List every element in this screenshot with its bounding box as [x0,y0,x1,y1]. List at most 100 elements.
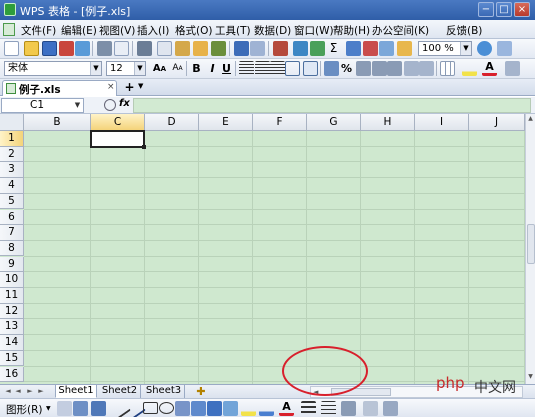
save-icon[interactable] [42,41,57,56]
ellipse-icon[interactable] [159,402,174,414]
draw-menu-button[interactable]: 图形(R) [6,402,43,417]
hyperlink-icon[interactable] [293,41,308,56]
thousands-icon[interactable] [356,61,371,76]
more-options-icon[interactable] [505,61,520,76]
borders-icon[interactable] [440,61,455,76]
filter-icon[interactable] [397,41,412,56]
align-left-icon[interactable] [239,61,254,76]
italic-button[interactable]: I [205,61,220,76]
menu-data[interactable]: 数据(D) [254,23,291,38]
textbox-icon[interactable] [175,401,190,416]
spreadsheet-grid[interactable]: B C D E F G H I J 1 2 3 4 5 6 7 8 9 10 11 12 13 14 15 16 [0,114,525,384]
row-header[interactable]: 1 [0,131,24,147]
menu-view[interactable]: 视图(V) [99,23,135,38]
last-sheet-icon[interactable]: ► [37,386,45,397]
export-pdf-icon[interactable] [59,41,74,56]
row-header[interactable]: 10 [0,272,24,288]
font-size-select[interactable]: 12 ▼ [106,61,146,76]
row-header[interactable]: 9 [0,256,24,273]
sheet-tab-2[interactable]: Sheet2 [99,385,141,398]
fill-color-icon[interactable] [241,401,256,416]
percent-button[interactable]: % [339,61,354,76]
font-color-icon[interactable]: A [279,401,294,416]
font-name-select[interactable]: 宋体 ▼ [4,61,102,76]
options-icon[interactable] [497,41,512,56]
sort-ascending-icon[interactable] [346,41,361,56]
scroll-down-icon[interactable]: ▼ [526,372,535,382]
underline-button[interactable]: U [219,61,234,76]
sheet-tab-3[interactable]: Sheet3 [143,385,185,398]
maximize-button[interactable]: □ [496,2,512,17]
mail-icon[interactable] [75,41,90,56]
menu-feedback[interactable]: 反馈(B) [446,23,482,38]
row-header[interactable]: 16 [0,366,24,382]
row-header[interactable]: 15 [0,350,24,367]
column-header[interactable]: C [91,114,145,131]
print-preview-icon[interactable] [114,41,129,56]
dash-style-icon[interactable] [321,401,336,416]
print-icon[interactable] [97,41,112,56]
fx-icon[interactable]: fx [119,98,130,109]
align-center-icon[interactable] [255,61,270,76]
merge-cells-icon[interactable] [285,61,300,76]
column-header[interactable]: D [145,114,199,131]
close-button[interactable]: × [514,2,530,17]
shadow-icon[interactable] [363,401,378,416]
next-sheet-icon[interactable]: ► [26,386,34,397]
increase-decimal-icon[interactable] [372,61,387,76]
align-right-icon[interactable] [270,61,285,76]
3d-style-icon[interactable] [383,401,398,416]
paste-icon[interactable] [175,41,190,56]
chevron-down-icon[interactable]: ▼ [72,99,83,112]
sheet-tab-1[interactable]: Sheet1 [55,385,97,398]
add-sheet-icon[interactable]: ✚ [195,385,207,398]
autoshapes-icon[interactable] [91,401,106,416]
zoom-select[interactable]: 100 % ▼ [418,41,472,56]
cut-icon[interactable] [137,41,152,56]
help-icon[interactable] [477,41,492,56]
column-header[interactable]: B [24,114,91,131]
column-header[interactable]: E [199,114,253,131]
diagram-icon[interactable] [207,401,222,416]
menu-format[interactable]: 格式(O) [175,23,212,38]
wordart-icon[interactable] [191,401,206,416]
decrease-font-icon[interactable]: AA [170,61,185,76]
row-header[interactable]: 13 [0,319,24,335]
vertical-scrollbar[interactable]: ▲ ▼ [525,114,535,384]
column-header[interactable]: H [361,114,415,131]
chevron-down-icon[interactable]: ▼ [46,405,51,412]
row-header[interactable]: 4 [0,178,24,194]
line-color-icon[interactable] [259,401,274,416]
zoom-lookup-icon[interactable] [104,99,116,111]
selected-cell[interactable] [90,130,145,148]
globe-icon[interactable] [310,41,325,56]
column-header[interactable]: J [469,114,525,131]
rotate-icon[interactable] [73,401,88,416]
name-box[interactable]: C1 ▼ [1,98,84,113]
indent-icon[interactable] [404,61,419,76]
fill-handle[interactable] [142,144,146,149]
fill-color-icon[interactable] [462,61,477,76]
row-header[interactable]: 12 [0,303,24,320]
chevron-down-icon[interactable]: ▼ [138,82,143,90]
menu-insert[interactable]: 插入(I) [137,23,169,38]
outdent-icon[interactable] [419,61,434,76]
document-icon[interactable] [3,23,15,36]
menu-office-space[interactable]: 办公空间(K) [372,23,429,38]
row-header[interactable]: 8 [0,240,24,257]
close-tab-icon[interactable]: × [107,82,115,92]
autosum-icon[interactable]: Σ [326,41,341,56]
new-file-icon[interactable] [4,41,19,56]
sort-descending-icon[interactable] [363,41,378,56]
menu-tools[interactable]: 工具(T) [215,23,251,38]
formula-input[interactable] [133,98,531,113]
chevron-down-icon[interactable]: ▼ [90,62,101,75]
redo-icon[interactable] [250,41,265,56]
minimize-button[interactable]: − [478,2,494,17]
rectangle-icon[interactable] [143,402,158,414]
line-style-icon[interactable] [301,401,316,416]
chevron-down-icon[interactable]: ▼ [460,42,471,55]
chart-icon[interactable] [379,41,394,56]
column-header[interactable]: G [307,114,361,131]
chevron-down-icon[interactable]: ▼ [134,62,145,75]
